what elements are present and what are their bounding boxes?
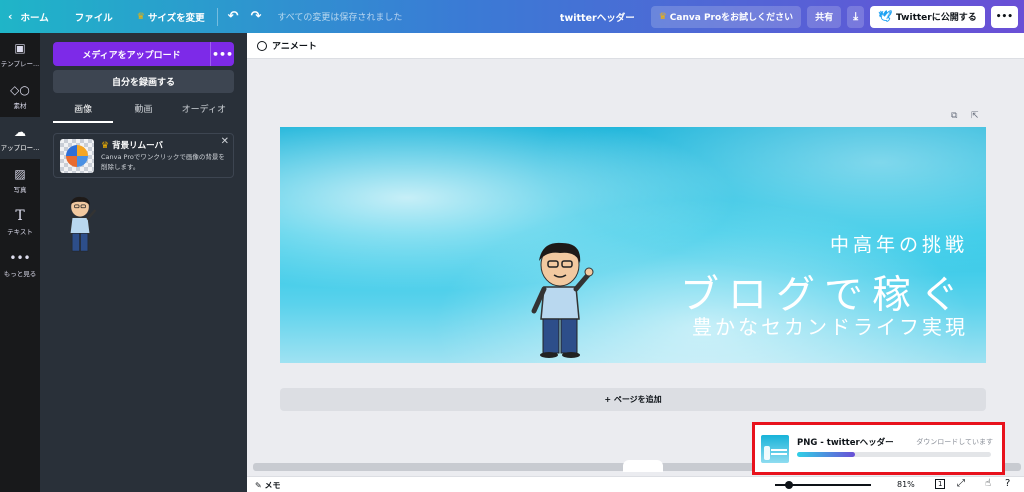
media-tabs: 画像 動画 オーディオ (53, 99, 234, 123)
rail-item-templates[interactable]: ▣ テンプレー... (0, 33, 40, 75)
bottom-bar: ✎ メモ 81% 1 ⤢ ☝ ? (247, 476, 1024, 492)
canva-pro-button[interactable]: ♛ Canva Proをお試しください (650, 5, 802, 28)
more-icon: ••• (9, 250, 31, 265)
home-button[interactable]: ‹ ホーム (0, 0, 57, 33)
help-icon[interactable]: ? (1005, 478, 1010, 489)
rail-item-label: もっと見る (3, 269, 37, 278)
download-thumbnail (761, 435, 789, 463)
undo-icon: ↶ (227, 9, 239, 24)
file-menu-button[interactable]: ファイル (67, 0, 121, 33)
resize-label: サイズを変更 (147, 12, 205, 24)
publish-twitter-button[interactable]: 🕊 Twitterに公開する (870, 5, 985, 28)
notes-button[interactable]: ✎ メモ (255, 480, 281, 491)
zoom-slider[interactable] (775, 481, 871, 489)
document-title[interactable]: twitterヘッダー (552, 0, 643, 33)
animate-icon (257, 40, 267, 51)
rail-item-label: 写真 (13, 185, 27, 194)
undo-button[interactable]: ↶ (222, 0, 245, 33)
tab-images[interactable]: 画像 (53, 99, 114, 123)
notes-label: メモ (264, 481, 281, 490)
rail-item-elements[interactable]: ◇○ 素材 (0, 75, 40, 117)
download-progress-fill (797, 452, 856, 457)
rail-item-label: 素材 (13, 101, 27, 110)
canva-pro-label: Canva Proをお試しください (669, 13, 794, 23)
rail-item-photos[interactable]: ▨ 写真 (0, 159, 40, 201)
tab-audio[interactable]: オーディオ (174, 99, 234, 123)
thumbnail-character (764, 446, 770, 460)
rail-item-more[interactable]: ••• もっと見る (0, 243, 40, 285)
design-canvas[interactable]: 中高年の挑戦 ブログで稼ぐ 豊かなセカンドライフ実現 (280, 127, 986, 363)
upload-more-button[interactable]: ••• (210, 42, 234, 66)
redo-button[interactable]: ↷ (244, 0, 267, 33)
download-progress-toast: PNG - twitterヘッダー ダウンロードしています (752, 422, 1005, 475)
rail-item-label: テキスト (7, 227, 33, 236)
rail-item-uploads[interactable]: ☁ アップロー... (0, 117, 40, 159)
tab-videos[interactable]: 動画 (113, 99, 173, 123)
uploaded-image-thumbnail[interactable] (60, 196, 102, 254)
upload-icon: ☁ (14, 124, 26, 139)
animate-toolbar: アニメート (247, 33, 1024, 59)
background-remover-promo[interactable]: ♛ 背景リムーバ Canva Proでワンクリックで画像の背景を削除します。 ✕ (53, 133, 234, 178)
download-file-name: PNG - twitterヘッダー (797, 438, 894, 448)
crown-icon: ♛ (101, 141, 110, 151)
headline-line-3[interactable]: 豊かなセカンドライフ実現 (692, 311, 968, 340)
text-icon: T (15, 207, 25, 224)
fullscreen-icon[interactable]: ⤢ (957, 478, 965, 489)
download-status: ダウンロードしています (916, 438, 993, 446)
chevron-left-icon: ‹ (8, 10, 13, 23)
character-illustration[interactable] (530, 241, 594, 359)
scroll-up-handle[interactable] (623, 460, 663, 472)
share-button[interactable]: 共有 (807, 5, 842, 28)
crown-icon: ♛ (658, 11, 667, 22)
rail-item-label: テンプレー... (0, 59, 40, 68)
background-remover-thumbnail (60, 139, 94, 173)
top-bar: ‹ ホーム ファイル ♛ サイズを変更 ↶ ↷ すべての変更は保存されました t… (0, 0, 1024, 33)
duplicate-page-icon[interactable]: ⧉ (951, 111, 957, 121)
resize-button[interactable]: ♛ サイズを変更 (129, 0, 213, 33)
home-label: ホーム (20, 12, 49, 24)
uploads-panel: メディアをアップロード ••• 自分を録画する 画像 動画 オーディオ ♛ 背景リ… (40, 33, 247, 492)
promo-title: ♛ 背景リムーバ (101, 141, 163, 151)
elements-icon: ◇○ (10, 82, 30, 97)
photo-icon: ▨ (14, 166, 26, 181)
more-options-button[interactable]: ••• (990, 5, 1018, 28)
side-rail: ▣ テンプレー... ◇○ 素材 ☁ アップロー... ▨ 写真 T テキスト … (0, 33, 40, 492)
record-yourself-button[interactable]: 自分を録画する (53, 70, 234, 93)
animate-button[interactable]: アニメート (272, 39, 317, 52)
redo-icon: ↷ (250, 9, 262, 24)
close-icon[interactable]: ✕ (221, 136, 229, 147)
download-icon: ⤓ (853, 9, 859, 23)
download-progress-bar (797, 452, 991, 457)
upload-media-button[interactable]: メディアをアップロード ••• (53, 42, 234, 66)
rail-item-label: アップロー... (0, 143, 40, 152)
headline-line-1[interactable]: 中高年の挑戦 (830, 230, 968, 257)
gesture-icon[interactable]: ☝ (985, 478, 991, 489)
promo-description: Canva Proでワンクリックで画像の背景を削除します。 (101, 153, 225, 171)
page-count-button[interactable]: 1 (935, 479, 946, 489)
file-label: ファイル (74, 12, 113, 24)
publish-label: Twitterに公開する (896, 13, 977, 23)
crown-icon: ♛ (136, 11, 145, 22)
save-status: すべての変更は保存されました (277, 13, 403, 23)
download-button[interactable]: ⤓ (847, 5, 865, 28)
zoom-level[interactable]: 81% (897, 480, 915, 489)
upload-media-label: メディアをアップロード (82, 50, 181, 61)
ball-icon (66, 145, 88, 167)
add-page-button[interactable]: + ページを追加 (280, 388, 986, 411)
zoom-slider-handle[interactable] (785, 481, 793, 489)
rail-item-text[interactable]: T テキスト (0, 201, 40, 243)
divider (216, 7, 218, 26)
thumbnail-text (771, 449, 787, 451)
add-page-icon[interactable]: ⇱ (971, 111, 979, 121)
notes-icon: ✎ (255, 481, 262, 490)
template-icon: ▣ (14, 40, 26, 55)
twitter-icon: 🕊 (878, 10, 893, 23)
